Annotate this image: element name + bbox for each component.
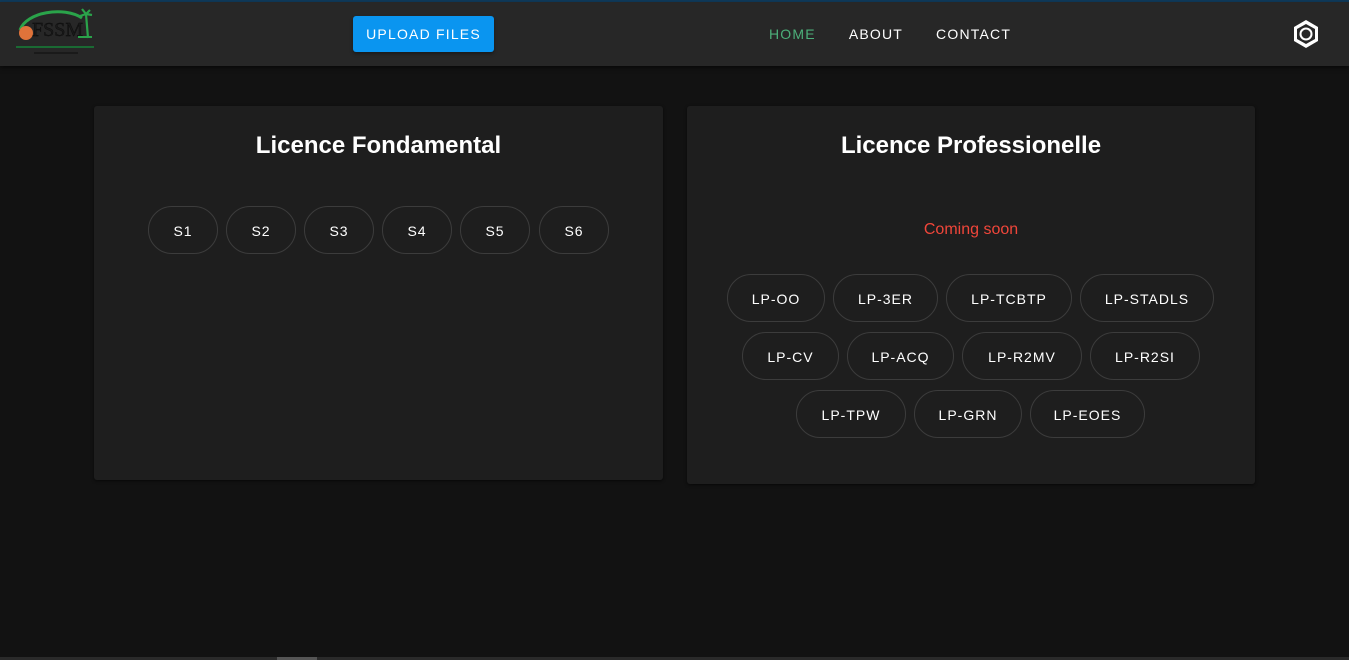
navbar: FSSM UPLOAD FILES HOME ABOUT CONTACT xyxy=(0,2,1349,66)
nav-contact[interactable]: CONTACT xyxy=(927,16,1020,52)
semester-chip-s1[interactable]: S1 xyxy=(148,206,218,254)
upload-files-button[interactable]: UPLOAD FILES xyxy=(353,16,494,52)
semester-chip-s4[interactable]: S4 xyxy=(382,206,452,254)
fssm-logo-icon: FSSM xyxy=(16,8,94,54)
licence-fondamental-card: Licence Fondamental S1 S2 S3 S4 S5 S6 xyxy=(94,106,663,480)
program-chip-lp-grn[interactable]: LP-GRN xyxy=(914,390,1022,438)
program-chip-lp-r2mv[interactable]: LP-R2MV xyxy=(962,332,1082,380)
program-chip-lp-eoes[interactable]: LP-EOES xyxy=(1030,390,1145,438)
licence-professionnelle-title: Licence Professionelle xyxy=(840,132,1102,159)
semester-chip-s6[interactable]: S6 xyxy=(539,206,609,254)
brightness-icon xyxy=(1294,20,1318,48)
licence-fondamental-title: Licence Fondamental xyxy=(255,132,502,159)
nav-home[interactable]: HOME xyxy=(760,16,825,52)
semester-chip-s5[interactable]: S5 xyxy=(460,206,530,254)
program-chip-lp-tcbtp[interactable]: LP-TCBTP xyxy=(946,274,1072,322)
logo-text: FSSM xyxy=(32,19,83,41)
program-chip-lp-acq[interactable]: LP-ACQ xyxy=(847,332,954,380)
semester-chip-s2[interactable]: S2 xyxy=(226,206,296,254)
program-chip-lp-tpw[interactable]: LP-TPW xyxy=(796,390,906,438)
program-chip-lp-r2si[interactable]: LP-R2SI xyxy=(1090,332,1200,380)
fssm-logo[interactable]: FSSM xyxy=(12,6,98,58)
program-chip-lp-3er[interactable]: LP-3ER xyxy=(833,274,938,322)
program-chip-lp-cv[interactable]: LP-CV xyxy=(742,332,839,380)
program-chip-lp-oo[interactable]: LP-OO xyxy=(727,274,825,322)
program-chip-lp-stadls[interactable]: LP-STADLS xyxy=(1080,274,1214,322)
nav-about[interactable]: ABOUT xyxy=(840,16,912,52)
licence-professionnelle-card: Licence Professionelle Coming soon LP-OO… xyxy=(687,106,1255,484)
app-root: FSSM UPLOAD FILES HOME ABOUT CONTACT Lic… xyxy=(0,0,1349,660)
coming-soon-notice: Coming soon xyxy=(923,221,1019,238)
theme-toggle-button[interactable] xyxy=(1290,18,1322,50)
semester-chip-s3[interactable]: S3 xyxy=(304,206,374,254)
main-nav: HOME ABOUT CONTACT xyxy=(760,16,1035,52)
